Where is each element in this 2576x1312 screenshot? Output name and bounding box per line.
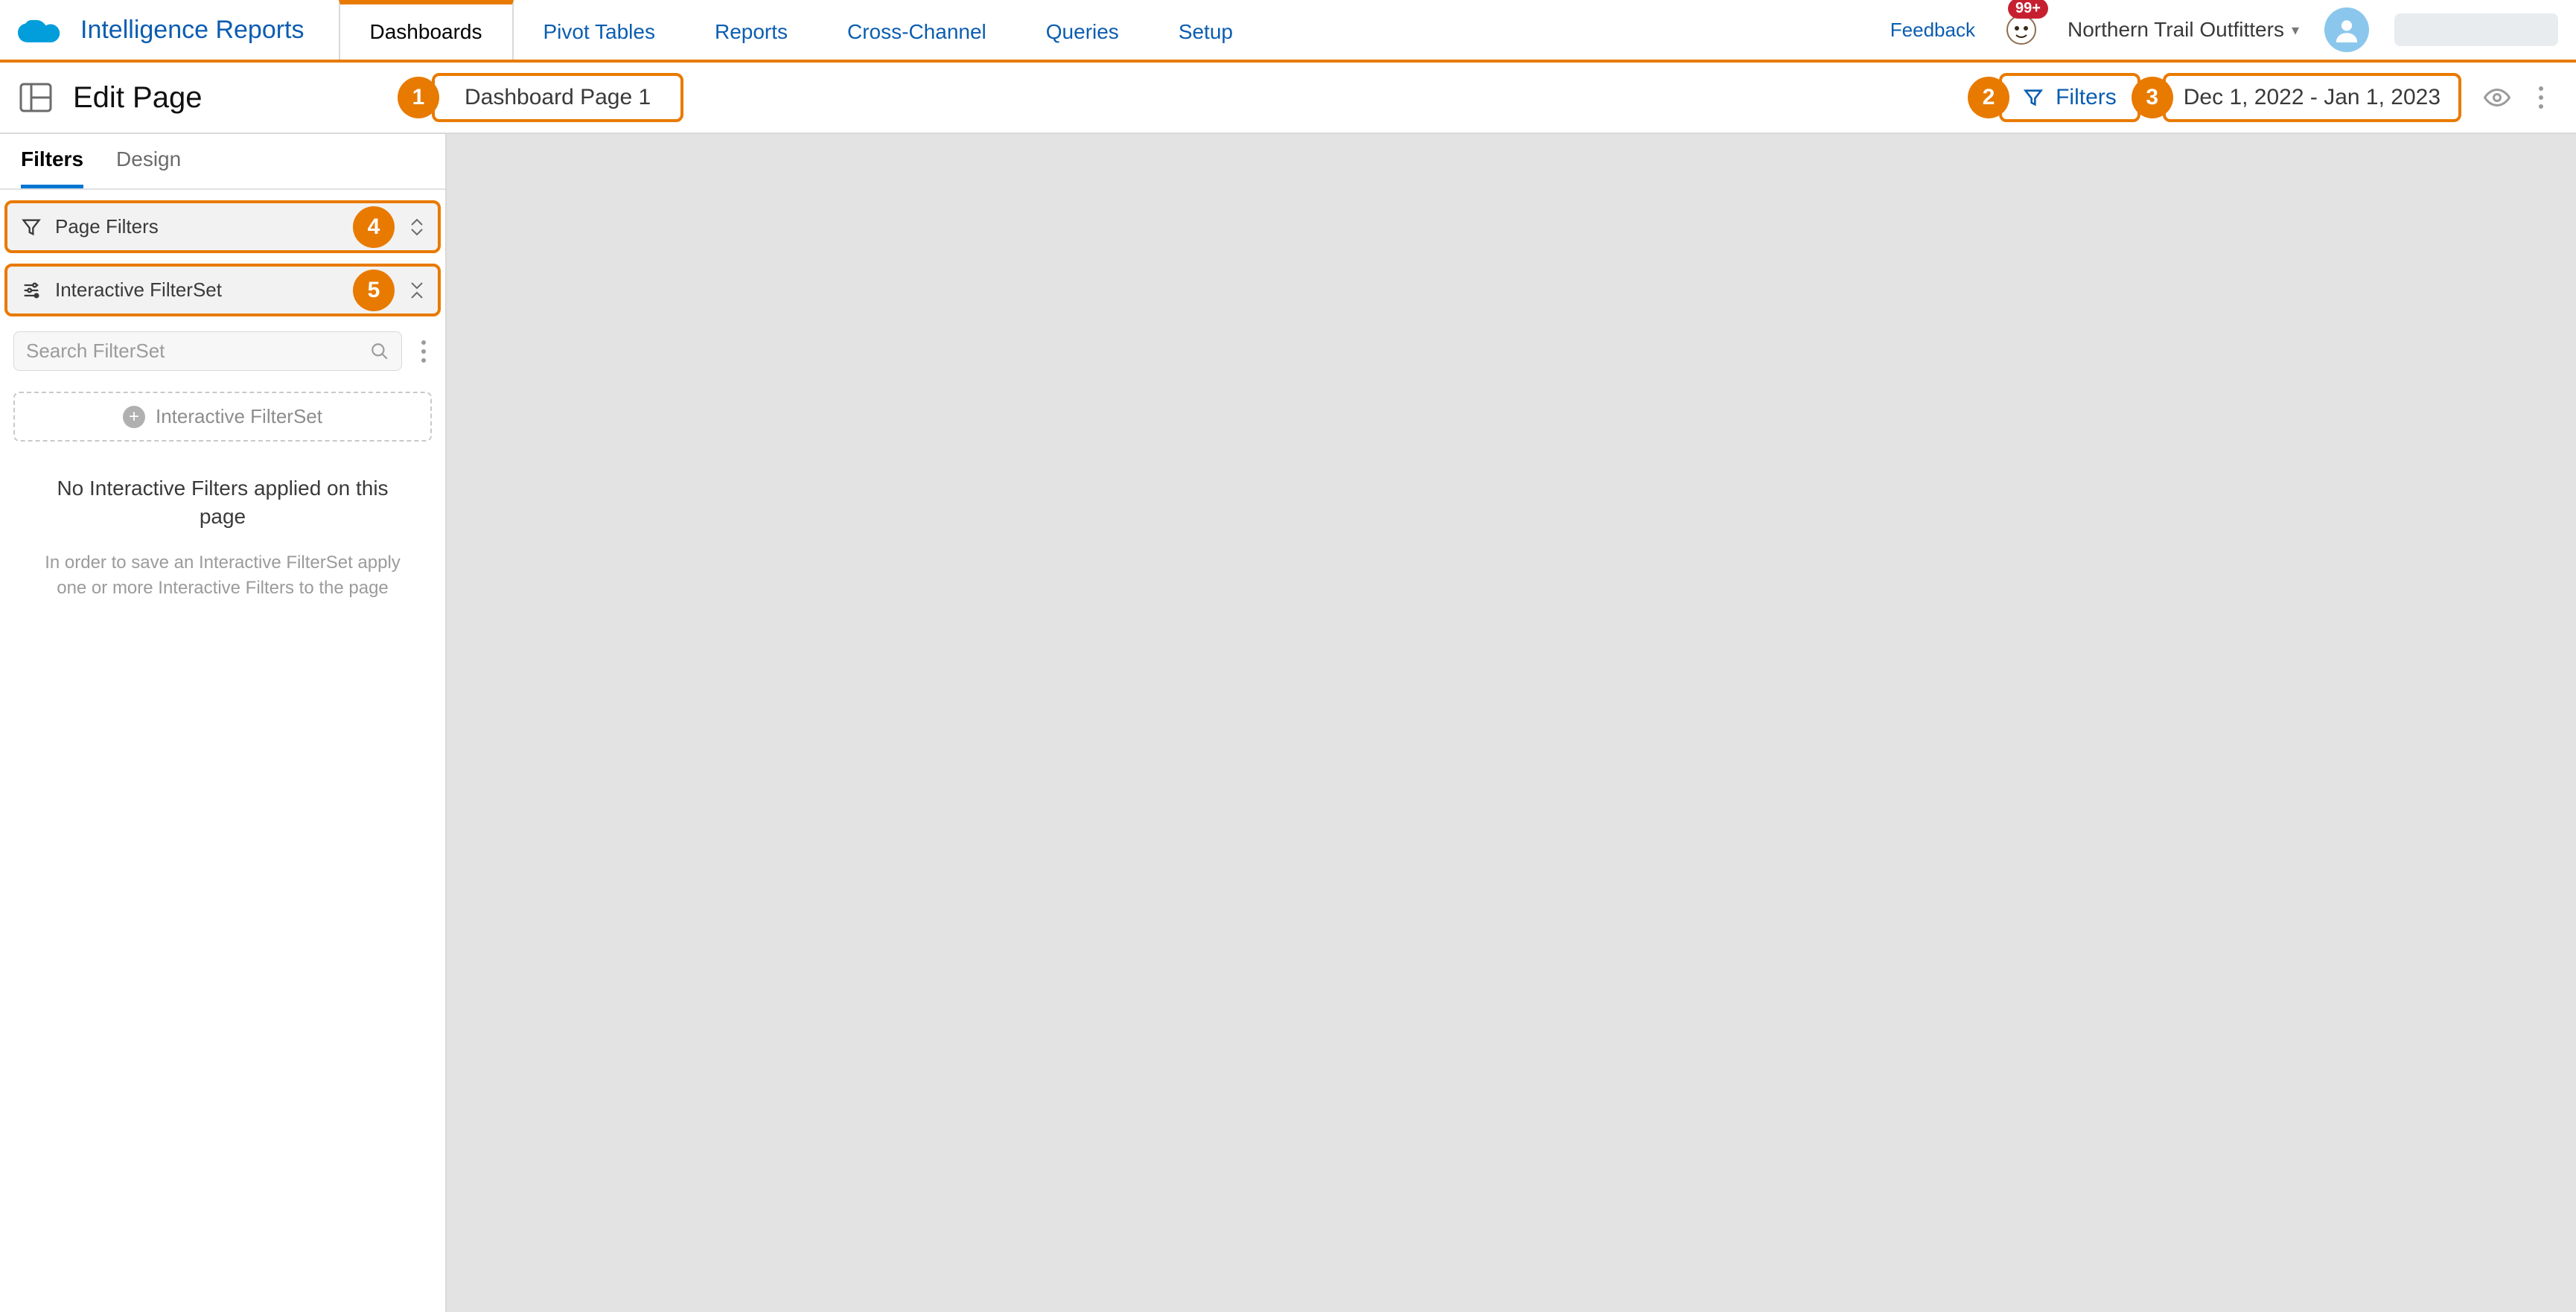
edit-page-title: Edit Page: [73, 81, 202, 115]
filterset-empty-state: No Interactive Filters applied on this p…: [0, 442, 445, 617]
add-interactive-filterset-button[interactable]: + Interactive FilterSet: [13, 392, 432, 442]
add-interactive-filterset-label: Interactive FilterSet: [156, 405, 322, 428]
notification-count-badge: 99+: [2008, 0, 2048, 19]
topnav-right: Feedback 99+ Northern Trail Outfitters ▾: [1890, 0, 2576, 60]
nav-tabs: Dashboards Pivot Tables Reports Cross-Ch…: [339, 0, 1263, 60]
empty-state-subtitle: In order to save an Interactive FilterSe…: [33, 550, 412, 602]
filterset-search[interactable]: [13, 331, 402, 371]
callout-3: 3: [2132, 77, 2173, 118]
callout-1: 1: [398, 77, 439, 118]
callout-2: 2: [1968, 77, 2009, 118]
tab-reports[interactable]: Reports: [685, 0, 817, 60]
page-filters-label: Page Filters: [55, 215, 159, 238]
person-icon: [2334, 17, 2359, 42]
tab-pivot-tables[interactable]: Pivot Tables: [514, 0, 685, 60]
tab-cross-channel[interactable]: Cross-Channel: [817, 0, 1016, 60]
collapse-icon: [409, 281, 424, 300]
page-layout-icon: [18, 80, 54, 115]
caret-down-icon: ▾: [2292, 21, 2299, 39]
sliders-icon: [21, 280, 42, 301]
callout-4: 4: [353, 206, 395, 248]
dashboard-page-name[interactable]: Dashboard Page 1: [432, 73, 683, 122]
app-title: Intelligence Reports: [80, 16, 305, 45]
search-icon: [370, 342, 389, 361]
left-sidebar: Filters Design Page Filters 4: [0, 134, 447, 1312]
expand-collapse-icon: [409, 218, 424, 236]
date-range-text: Dec 1, 2022 - Jan 1, 2023: [2184, 85, 2440, 110]
filters-button[interactable]: Filters: [1999, 73, 2140, 122]
feedback-link[interactable]: Feedback: [1890, 19, 1975, 42]
tab-dashboards[interactable]: Dashboards: [339, 0, 514, 60]
notifications-button[interactable]: 99+: [2000, 9, 2042, 51]
page-more-menu[interactable]: [2533, 80, 2549, 115]
dashboard-canvas[interactable]: [447, 134, 2576, 1312]
date-range-picker[interactable]: Dec 1, 2022 - Jan 1, 2023: [2163, 73, 2461, 122]
brand: Intelligence Reports: [0, 0, 339, 60]
dashboard-page-name-text: Dashboard Page 1: [465, 85, 651, 110]
edit-page-bar: Edit Page 1 Dashboard Page 1 2 Filters 3…: [0, 63, 2576, 134]
org-name: Northern Trail Outfitters: [2068, 18, 2284, 42]
filterset-more-menu[interactable]: [415, 334, 432, 369]
filterset-search-row: [0, 316, 445, 378]
tab-setup[interactable]: Setup: [1149, 0, 1263, 60]
astro-icon: [2006, 15, 2036, 45]
plus-icon: +: [123, 406, 145, 428]
salesforce-cloud-icon: [18, 14, 63, 45]
tab-queries[interactable]: Queries: [1016, 0, 1149, 60]
sidebar-tab-filters[interactable]: Filters: [21, 147, 83, 188]
org-switcher[interactable]: Northern Trail Outfitters ▾: [2068, 18, 2299, 42]
user-avatar[interactable]: [2324, 7, 2369, 52]
global-search-stub[interactable]: [2394, 13, 2558, 46]
sidebar-tabs: Filters Design: [0, 134, 445, 190]
interactive-filterset-label: Interactive FilterSet: [55, 278, 222, 302]
filters-button-label: Filters: [2056, 85, 2117, 110]
filter-icon: [2023, 87, 2044, 108]
sidebar-tab-design[interactable]: Design: [116, 147, 181, 188]
preview-eye-icon[interactable]: [2484, 84, 2510, 111]
top-nav: Intelligence Reports Dashboards Pivot Ta…: [0, 0, 2576, 63]
callout-5: 5: [353, 270, 395, 311]
empty-state-title: No Interactive Filters applied on this p…: [33, 474, 412, 531]
filter-icon: [21, 217, 42, 238]
filterset-search-input[interactable]: [26, 340, 370, 363]
page-body: Filters Design Page Filters 4: [0, 134, 2576, 1312]
